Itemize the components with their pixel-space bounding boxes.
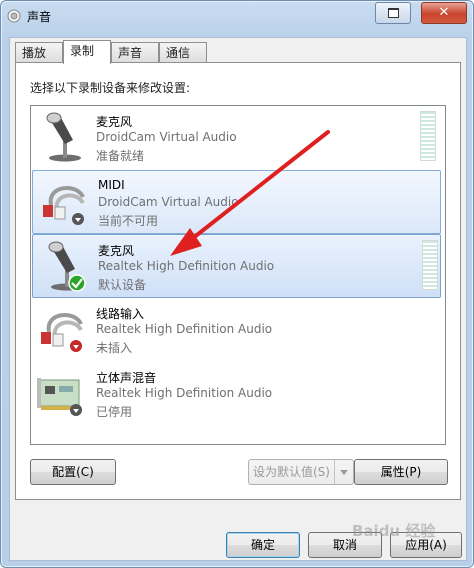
device-name: 麦克风	[96, 115, 133, 129]
line-in-cable-icon	[43, 185, 85, 225]
device-name: 立体声混音	[96, 371, 157, 385]
device-name: MIDI	[98, 178, 125, 192]
device-driver: DroidCam Virtual Audio	[98, 195, 239, 209]
maximize-button[interactable]	[375, 2, 411, 24]
device-item-line-in[interactable]: 线路输入 Realtek High Definition Audio 未插入	[31, 298, 441, 360]
properties-button[interactable]: 属性(P)	[354, 459, 448, 485]
tab-sounds[interactable]: 声音	[111, 42, 159, 63]
line-in-cable-icon	[41, 312, 83, 352]
speaker-icon	[7, 9, 21, 23]
microphone-icon	[48, 241, 86, 292]
instruction-label: 选择以下录制设备来修改设置:	[30, 81, 191, 95]
title-bar[interactable]: 声音 ✕	[1, 1, 473, 31]
device-status: 已停用	[96, 405, 133, 419]
device-name: 麦克风	[98, 244, 135, 258]
device-status: 未插入	[96, 341, 133, 355]
device-status: 准备就绪	[96, 149, 145, 163]
level-meter	[422, 240, 438, 290]
device-list[interactable]: 麦克风 DroidCam Virtual Audio 准备就绪 MIDI Dro…	[30, 105, 446, 445]
set-default-label: 设为默认值(S)	[253, 465, 330, 479]
chevron-down-icon[interactable]	[334, 460, 353, 484]
set-default-split-button[interactable]: 设为默认值(S)	[248, 459, 354, 485]
close-icon: ✕	[438, 5, 450, 20]
recording-panel: 选择以下录制设备来修改设置: 麦克风 DroidCam Virtual Audi…	[15, 62, 461, 500]
watermark: Baidu 经验	[352, 522, 436, 540]
level-meter	[420, 111, 436, 161]
tab-recording[interactable]: 录制	[63, 40, 111, 64]
device-driver: DroidCam Virtual Audio	[96, 130, 237, 144]
device-driver: Realtek High Definition Audio	[96, 386, 273, 400]
close-button[interactable]: ✕	[421, 2, 467, 24]
sound-dialog-window: 声音 ✕ 播放 录制 声音 通信 选择以下录制设备来修改设置: 麦克风 Droi…	[0, 0, 474, 568]
device-item-droidcam-mic[interactable]: 麦克风 DroidCam Virtual Audio 准备就绪	[31, 106, 441, 168]
device-item-midi[interactable]: MIDI DroidCam Virtual Audio 当前不可用	[32, 170, 441, 234]
window-title: 声音	[27, 10, 52, 24]
device-driver: Realtek High Definition Audio	[98, 259, 275, 273]
device-status: 默认设备	[98, 278, 147, 292]
microphone-icon	[46, 112, 81, 162]
tab-playback[interactable]: 播放	[15, 42, 63, 63]
device-item-realtek-mic[interactable]: 麦克风 Realtek High Definition Audio 默认设备	[32, 234, 441, 298]
configure-button[interactable]: 配置(C)	[30, 459, 116, 485]
ok-button[interactable]: 确定	[226, 532, 300, 558]
device-driver: Realtek High Definition Audio	[96, 322, 273, 336]
device-item-stereo-mix[interactable]: 立体声混音 Realtek High Definition Audio 已停用	[31, 362, 441, 424]
tab-communications[interactable]: 通信	[159, 42, 207, 63]
device-name: 线路输入	[96, 307, 145, 321]
dialog-client-area: 播放 录制 声音 通信 选择以下录制设备来修改设置: 麦克风 DroidCam …	[9, 37, 467, 561]
device-status: 当前不可用	[98, 214, 159, 228]
sound-card-icon	[37, 378, 82, 416]
maximize-icon	[388, 8, 399, 18]
